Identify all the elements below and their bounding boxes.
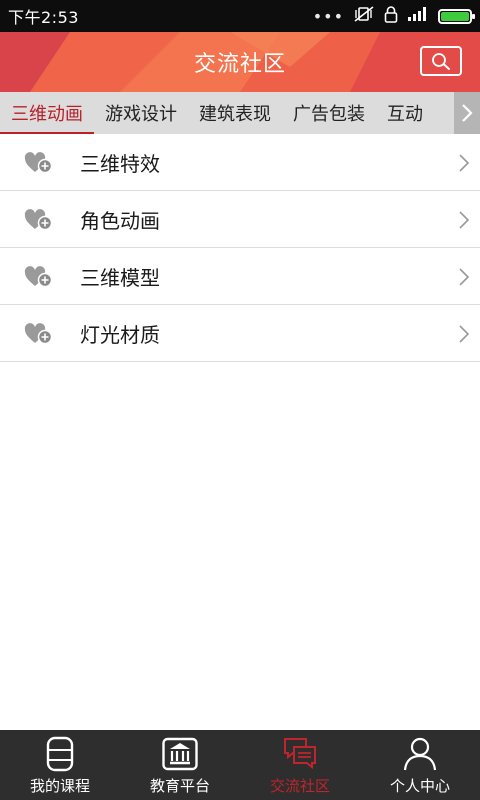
institution-icon (162, 737, 198, 771)
user-icon (403, 737, 437, 771)
lock-icon (384, 5, 398, 27)
heart-add-icon (24, 266, 53, 288)
tab-interactive[interactable]: 互动 (376, 92, 434, 134)
page-title: 交流社区 (193, 52, 286, 77)
list-item[interactable]: 灯光材质 (0, 305, 480, 362)
search-icon (432, 53, 450, 70)
tab-advertising[interactable]: 广告包装 (282, 92, 376, 134)
status-icons: ••• (312, 5, 475, 27)
list-item-label: 灯光材质 (80, 322, 160, 347)
heart-add-icon (24, 152, 53, 174)
tabs-more-button[interactable] (454, 92, 480, 134)
nav-label: 个人中心 (389, 777, 450, 795)
nav-label: 我的课程 (29, 777, 90, 795)
list-item-label: 角色动画 (80, 208, 160, 233)
nav-my-courses[interactable]: 我的课程 (0, 730, 120, 800)
list-item-label: 三维特效 (80, 151, 160, 176)
heart-add-icon (24, 323, 53, 345)
bottom-nav: 我的课程 教育平台 交流社区 个人中心 (0, 730, 480, 800)
tab-architecture[interactable]: 建筑表现 (188, 92, 282, 134)
battery-fill (441, 11, 469, 21)
vibrate-off-icon (353, 5, 375, 27)
chevron-right-icon (459, 325, 470, 343)
app-header: 交流社区 (0, 32, 480, 92)
list-item[interactable]: 三维特效 (0, 134, 480, 191)
list-item-label: 三维模型 (80, 265, 160, 290)
chat-bubbles-icon (284, 738, 316, 770)
list-item[interactable]: 角色动画 (0, 191, 480, 248)
signal-icon (407, 6, 429, 26)
battery-icon (438, 8, 475, 24)
nav-community[interactable]: 交流社区 (240, 730, 360, 800)
nav-label: 教育平台 (149, 777, 210, 795)
topic-list: 三维特效 角色动画 三维模型 灯光材质 (0, 134, 480, 362)
category-tab-bar: 三维动画 游戏设计 建筑表现 广告包装 互动 (0, 92, 480, 134)
list-item[interactable]: 三维模型 (0, 248, 480, 305)
nav-education-platform[interactable]: 教育平台 (120, 730, 240, 800)
search-button[interactable] (420, 46, 462, 76)
nav-profile[interactable]: 个人中心 (360, 730, 480, 800)
nav-label: 交流社区 (269, 777, 330, 795)
category-tabs: 三维动画 游戏设计 建筑表现 广告包装 互动 (0, 92, 434, 134)
status-bar: 下午2:53 ••• (0, 0, 480, 32)
tab-game-design[interactable]: 游戏设计 (94, 92, 188, 134)
tab-3d-animation[interactable]: 三维动画 (0, 92, 94, 134)
chevron-right-icon (459, 268, 470, 286)
status-time: 下午2:53 (8, 8, 79, 27)
chevron-right-icon (459, 154, 470, 172)
book-icon (46, 736, 74, 772)
chevron-right-icon (462, 104, 473, 122)
notification-dots: ••• (312, 6, 344, 26)
heart-add-icon (24, 209, 53, 231)
chevron-right-icon (459, 211, 470, 229)
